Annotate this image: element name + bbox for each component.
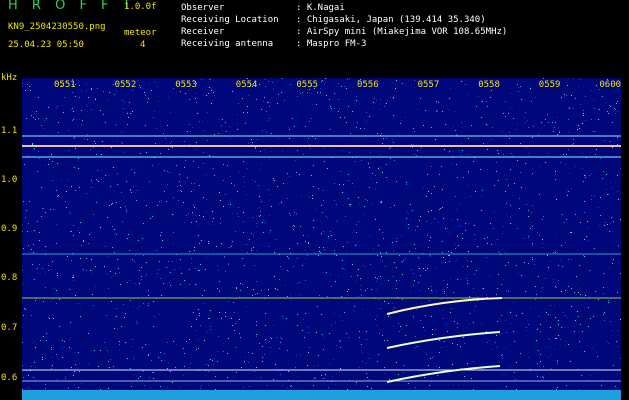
- x-tick-label: 0558: [478, 80, 500, 90]
- x-tick-label: 0559: [538, 80, 561, 90]
- y-tick-label: 0.7: [1, 323, 18, 333]
- receiver-value: : AirSpy mini (Miakejima VOR 108.65MHz): [296, 27, 508, 37]
- receiver-label: Receiver: [181, 27, 225, 37]
- noise-field: [22, 78, 621, 390]
- meteor-trace-2: [386, 331, 501, 349]
- x-tick-label: 0557: [417, 80, 440, 90]
- y-tick-label: 0.9: [1, 224, 18, 234]
- meteor-trace-3: [386, 365, 501, 383]
- count-label: 4: [140, 40, 146, 50]
- spectrogram-plot: [22, 78, 621, 400]
- x-tick-label: 0555: [296, 80, 319, 90]
- app-title: H R O F F T: [8, 0, 136, 13]
- x-tick-label: 0554: [235, 80, 258, 90]
- y-tick-label: 1.1: [1, 126, 18, 136]
- bottom-noise-band: [22, 390, 621, 400]
- location-label: Receiving Location: [181, 15, 279, 25]
- x-tick-label: 0552: [114, 80, 137, 90]
- x-tick-label: 0551: [54, 80, 76, 90]
- y-axis-unit: kHz: [1, 73, 18, 83]
- datetime-label: 25.04.23 05:50: [8, 40, 84, 50]
- antenna-value: : Maspro FM-3: [296, 39, 367, 49]
- mode-label: meteor: [124, 28, 157, 38]
- spectrogram-canvas: [22, 78, 621, 400]
- meteor-trace-1: [386, 297, 503, 315]
- observer-value: : K.Nagai: [296, 3, 345, 13]
- x-tick-label: 0556: [357, 80, 379, 90]
- y-tick-label: 1.0: [1, 175, 18, 185]
- location-value: : Chigasaki, Japan (139.414 35.340): [296, 15, 486, 25]
- x-tick-label: 0553: [175, 80, 197, 90]
- file-name: KN9_2504230550.png: [8, 22, 106, 32]
- observer-label: Observer: [181, 3, 225, 13]
- spectrogram-window: H R O F F T 1.0.0f KN9_2504230550.png me…: [0, 0, 629, 400]
- antenna-label: Receiving antenna: [181, 39, 274, 49]
- app-version: 1.0.0f: [124, 2, 157, 12]
- y-tick-label: 0.8: [1, 273, 18, 283]
- y-tick-label: 0.6: [1, 373, 18, 383]
- x-tick-label: 0600: [599, 80, 622, 90]
